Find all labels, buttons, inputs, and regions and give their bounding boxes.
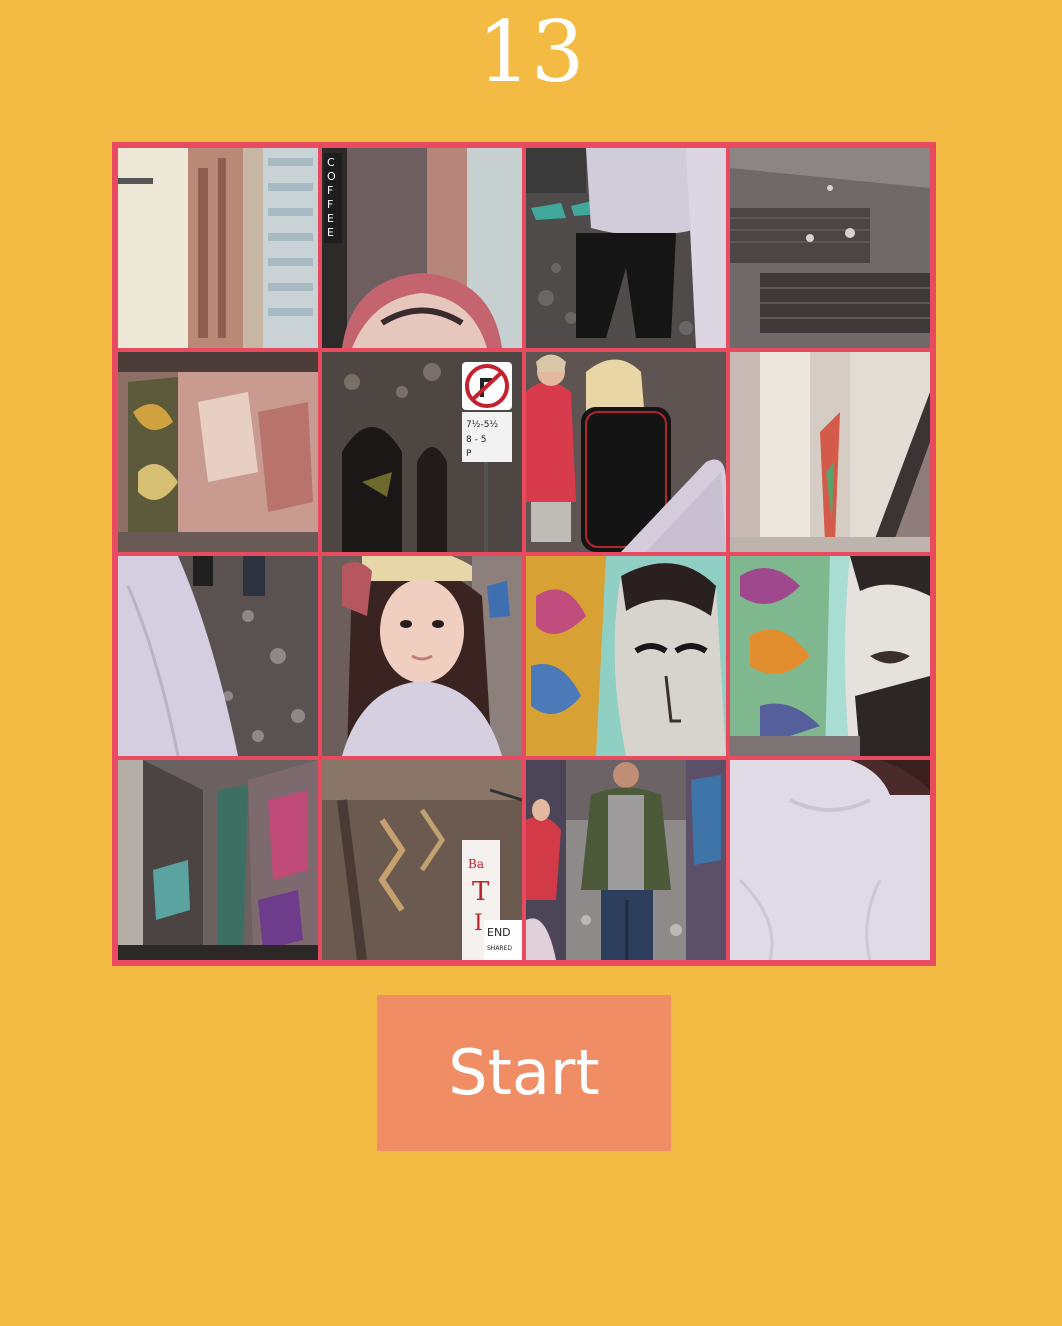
svg-text:E: E <box>327 212 334 225</box>
puzzle-tile[interactable] <box>118 352 318 552</box>
svg-text:SHARED: SHARED <box>487 945 512 952</box>
svg-text:F: F <box>327 184 333 197</box>
svg-text:F: F <box>327 198 333 211</box>
puzzle-tile[interactable] <box>118 760 318 960</box>
puzzle-tile[interactable] <box>118 556 318 756</box>
puzzle-tile[interactable]: 7½-5½ 8 - 5 P <box>322 352 522 552</box>
tile-image <box>526 760 726 960</box>
puzzle-tile[interactable] <box>118 148 318 348</box>
svg-text:T: T <box>472 877 490 907</box>
tile-image <box>118 760 318 960</box>
tile-image: Ba T I END SHARED <box>322 760 522 960</box>
puzzle-tile[interactable] <box>526 760 726 960</box>
svg-text:C: C <box>327 156 335 169</box>
tile-image: COF FEE <box>322 148 522 348</box>
tile-image <box>730 148 930 348</box>
svg-text:7½-5½: 7½-5½ <box>466 420 498 430</box>
start-button[interactable]: Start <box>377 995 671 1151</box>
puzzle-board: COF FEE 7½-5½ 8 - 5 P Ba T I END SHARED <box>112 142 936 966</box>
tile-image: 7½-5½ 8 - 5 P <box>322 352 522 552</box>
svg-text:P: P <box>466 449 472 459</box>
move-counter: 13 <box>477 3 585 101</box>
puzzle-tile[interactable]: COF FEE <box>322 148 522 348</box>
tile-image <box>118 556 318 756</box>
tile-image <box>322 556 522 756</box>
puzzle-tile[interactable] <box>526 352 726 552</box>
svg-text:END: END <box>487 926 511 939</box>
svg-text:I: I <box>474 911 483 936</box>
tile-image <box>730 760 930 960</box>
puzzle-tile[interactable] <box>322 556 522 756</box>
puzzle-tile[interactable] <box>526 148 726 348</box>
puzzle-tile[interactable] <box>526 556 726 756</box>
svg-text:O: O <box>327 170 336 183</box>
puzzle-tile[interactable] <box>730 148 930 348</box>
puzzle-tile[interactable] <box>730 760 930 960</box>
puzzle-tile[interactable] <box>730 352 930 552</box>
puzzle-tile[interactable]: Ba T I END SHARED <box>322 760 522 960</box>
tile-image <box>118 148 318 348</box>
tile-image <box>730 556 930 756</box>
tile-image <box>526 556 726 756</box>
puzzle-tile[interactable] <box>730 556 930 756</box>
tile-image <box>730 352 930 552</box>
svg-text:E: E <box>327 226 334 239</box>
tile-image <box>526 352 726 552</box>
svg-text:Ba: Ba <box>468 857 484 871</box>
tile-image <box>526 148 726 348</box>
tile-image <box>118 352 318 552</box>
svg-text:8 - 5: 8 - 5 <box>466 435 486 445</box>
